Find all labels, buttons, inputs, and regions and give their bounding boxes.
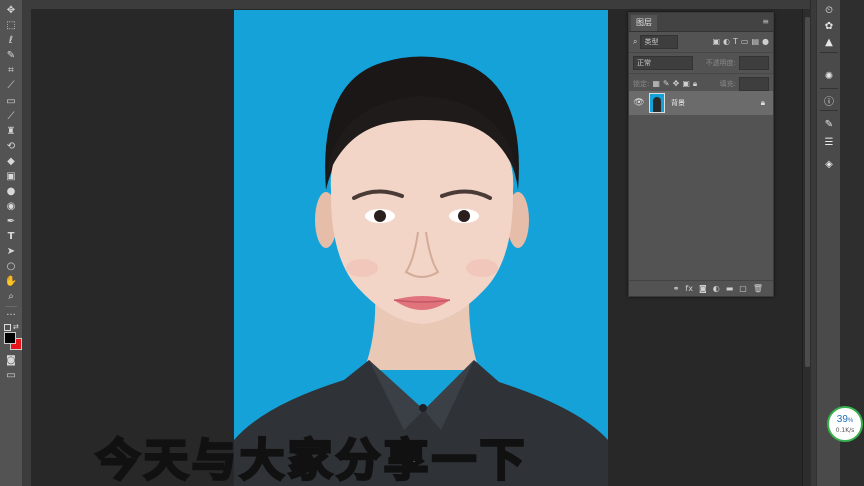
adjustment-filter-icon[interactable]: ◐ (723, 38, 730, 46)
history-brush-tool-icon[interactable]: ⟲ (3, 140, 19, 154)
pen-tool-icon[interactable]: ✒ (3, 215, 19, 229)
swap-colors-icon[interactable]: ⇄ (13, 323, 19, 331)
color-icon[interactable]: ✺ (821, 68, 837, 84)
quick-select-tool-icon[interactable]: ✎ (3, 49, 19, 63)
smart-object-filter-icon[interactable]: ▤ (751, 38, 759, 46)
quick-mask-icon[interactable]: ◙ (3, 354, 19, 368)
tool-preset-icon[interactable]: ▲ (821, 34, 837, 50)
brush-tool-icon[interactable]: ⟋ (3, 110, 19, 124)
id-photo-canvas[interactable] (234, 10, 608, 486)
layer-thumbnail (649, 93, 665, 113)
panel-separator (820, 110, 838, 111)
crop-tool-icon[interactable]: ⌗ (3, 64, 19, 78)
lock-transparent-icon[interactable]: ▦ (652, 80, 660, 88)
add-mask-icon[interactable]: ◙ (699, 284, 707, 293)
panel-separator (820, 52, 838, 53)
scrollbar-thumb[interactable] (805, 17, 810, 367)
foreground-color-swatch[interactable] (4, 332, 16, 344)
dodge-tool-icon[interactable]: ◉ (3, 200, 19, 214)
paths-icon[interactable]: ◈ (821, 156, 837, 172)
brush-preset-icon[interactable]: ✿ (821, 18, 837, 34)
eyedropper-tool-icon[interactable]: ⟋ (3, 79, 19, 93)
network-percent-unit: % (847, 418, 854, 424)
clone-stamp-tool-icon[interactable]: ♜ (3, 125, 19, 139)
layers-tab[interactable]: 图层 (631, 15, 657, 31)
history-icon[interactable]: ⏲ (821, 2, 837, 18)
blend-opacity-row: 正常 不透明度: (629, 53, 773, 74)
portrait-image (234, 56, 608, 486)
fill-field[interactable] (739, 77, 769, 91)
network-percent-value: 39 (836, 414, 848, 425)
brush-settings-icon[interactable]: ✎ (821, 116, 837, 132)
panel-menu-icon[interactable]: ≡ (762, 18, 769, 26)
layer-row-background[interactable]: 👁︎ 背景 🔒︎ (629, 91, 773, 115)
toolbar-divider (5, 306, 17, 307)
info-icon[interactable]: ⓘ (821, 92, 837, 108)
gradient-tool-icon[interactable]: ▣ (3, 170, 19, 184)
zoom-tool-icon[interactable]: ⌕ (3, 290, 19, 304)
hand-tool-icon[interactable]: ✋ (3, 275, 19, 289)
marquee-tool-icon[interactable]: ⬚ (3, 19, 19, 33)
shape-tool-icon[interactable]: ○ (3, 260, 19, 274)
tools-panel: ✥ ⬚ ℓ ✎ ⌗ ⟋ ▭ ⟋ ♜ ⟲ ◆ ▣ ● ◉ ✒ T ➤ ○ ✋ ⌕ … (0, 0, 23, 486)
fill-label: 填充: (719, 80, 736, 88)
video-caption: 今天与大家分享一下 (95, 434, 528, 486)
layer-style-icon[interactable]: fx (685, 284, 693, 293)
new-layer-icon[interactable]: ▢ (739, 284, 747, 293)
visibility-eye-icon[interactable]: 👁︎ (632, 98, 646, 108)
network-speed: 0.1K/s (835, 427, 855, 434)
eraser-tool-icon[interactable]: ◆ (3, 155, 19, 169)
default-colors-icon[interactable] (4, 324, 11, 331)
shape-filter-icon[interactable]: ▭ (741, 38, 749, 46)
screen-mode-icon[interactable]: ▭ (3, 369, 19, 383)
lock-all-icon[interactable]: 🔒︎ (693, 80, 697, 88)
path-select-tool-icon[interactable]: ➤ (3, 245, 19, 259)
lock-image-icon[interactable]: ✎ (663, 80, 670, 88)
adjustments-icon[interactable]: ☰ (821, 134, 837, 150)
lasso-tool-icon[interactable]: ℓ (3, 34, 19, 48)
opacity-field[interactable] (739, 56, 769, 70)
layer-lock-icon: 🔒︎ (760, 98, 765, 107)
move-tool-icon[interactable]: ✥ (3, 4, 19, 18)
healing-brush-tool-icon[interactable]: ▭ (3, 95, 19, 109)
layers-panel: 图层 ≡ ⌕ 类型 ▣ ◐ T ▭ ▤ ● 正常 不透明度: 锁定: ▦ ✎ ✥… (628, 12, 774, 297)
lock-artboard-icon[interactable]: ▣ (682, 80, 690, 88)
search-icon: ⌕ (633, 37, 638, 46)
blur-tool-icon[interactable]: ● (3, 185, 19, 199)
link-layers-icon[interactable]: ⚭ (673, 284, 680, 293)
type-filter-icon[interactable]: T (733, 38, 738, 46)
network-percent: 39% (837, 414, 853, 427)
kind-filter-select[interactable]: 类型 (640, 35, 679, 49)
blend-mode-select[interactable]: 正常 (633, 56, 693, 70)
opacity-label: 不透明度: (705, 59, 736, 67)
layer-filter-row: ⌕ 类型 ▣ ◐ T ▭ ▤ ● (629, 32, 773, 53)
layer-name[interactable]: 背景 (671, 98, 761, 108)
network-speed-widget[interactable]: 39% 0.1K/s (827, 406, 863, 442)
lock-position-icon[interactable]: ✥ (673, 80, 680, 88)
type-tool-icon[interactable]: T (3, 230, 19, 244)
delete-layer-icon[interactable]: 🗑︎ (753, 284, 763, 293)
layers-panel-footer: ⚭ fx ◙ ◐ ▬ ▢ 🗑︎ (629, 280, 773, 296)
new-group-icon[interactable]: ▬ (726, 284, 734, 293)
layers-panel-header: 图层 ≡ (629, 13, 773, 32)
lock-label: 锁定: (633, 80, 650, 88)
panel-separator (820, 88, 838, 89)
filter-toggle-icon[interactable]: ● (762, 38, 769, 46)
more-tools-icon[interactable]: ··· (3, 309, 19, 323)
image-filter-icon[interactable]: ▣ (712, 38, 720, 46)
adjustment-layer-icon[interactable]: ◐ (713, 284, 720, 293)
